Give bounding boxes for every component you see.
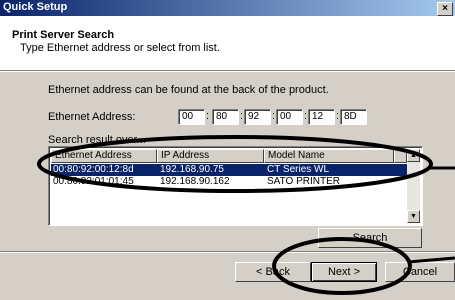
callout-line-next (407, 256, 455, 264)
highlight-ellipse-next (272, 237, 412, 295)
annotation-overlay (37, 135, 455, 295)
highlight-ellipse-results (37, 135, 433, 193)
